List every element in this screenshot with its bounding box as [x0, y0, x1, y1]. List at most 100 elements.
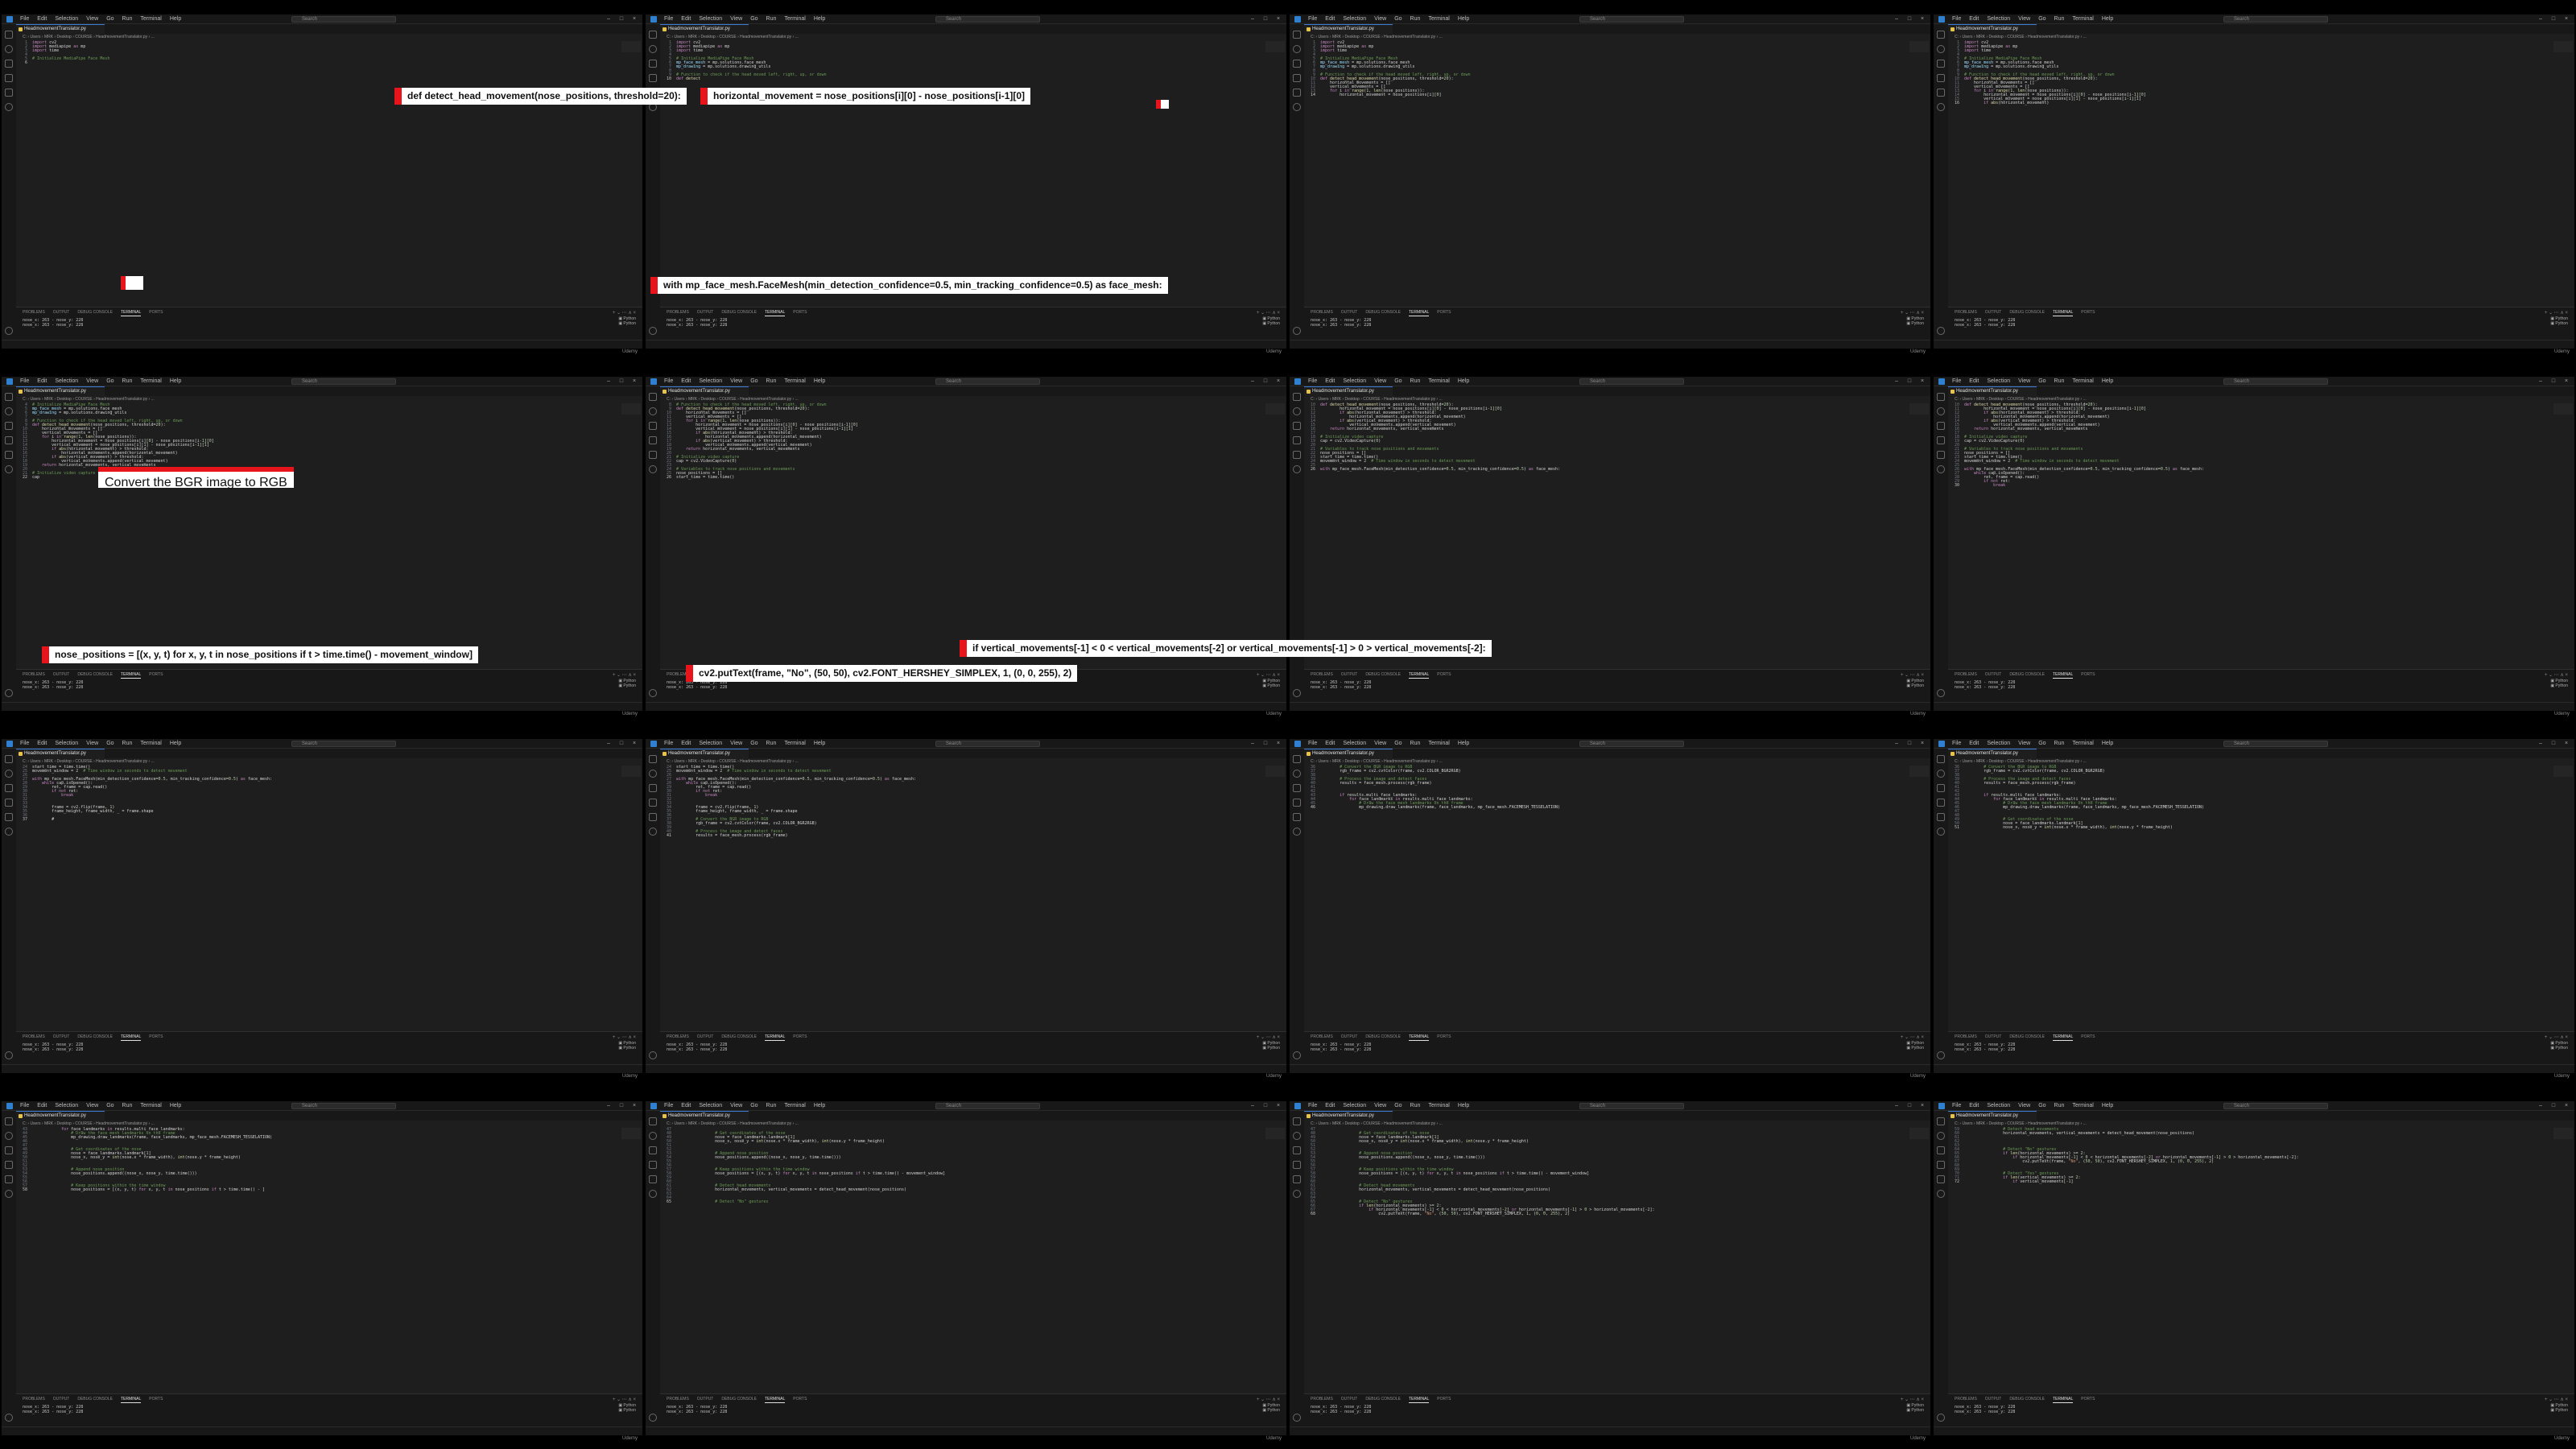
maximize-icon[interactable]: □	[1262, 16, 1269, 23]
panel-tab-ports[interactable]: PORTS	[149, 310, 163, 316]
source-control-icon[interactable]	[1293, 1146, 1301, 1154]
code-editor[interactable]: 4 # Initialize MediaPipe Face Mesh 5 mp_fac…	[16, 403, 628, 669]
menu-view[interactable]: View	[82, 739, 102, 749]
panel-tab-terminal[interactable]: TERMINAL	[120, 672, 142, 679]
explorer-icon[interactable]	[1293, 1117, 1301, 1125]
terminal-list[interactable]: ▣ Python ▣ Python	[618, 1403, 636, 1413]
panel-tab-debug-console[interactable]: DEBUG CONSOLE	[77, 1397, 113, 1403]
menu-edit[interactable]: Edit	[33, 14, 51, 24]
close-icon[interactable]: ×	[1919, 741, 1926, 747]
menu-run[interactable]: Run	[762, 14, 781, 24]
run-debug-icon[interactable]	[1293, 436, 1301, 444]
command-search-input[interactable]: Search	[935, 1103, 1040, 1109]
panel-tab-problems[interactable]: PROBLEMS	[1311, 1034, 1333, 1041]
panel-tab-ports[interactable]: PORTS	[1437, 672, 1451, 679]
terminal-list[interactable]: ▣ Python ▣ Python	[2550, 1403, 2568, 1413]
panel-tab-terminal[interactable]: TERMINAL	[1408, 672, 1430, 679]
account-icon[interactable]	[1293, 689, 1301, 697]
panel-controls[interactable]: + ⌄ ⋯ ∧ ×	[613, 1397, 636, 1402]
explorer-icon[interactable]	[1937, 31, 1945, 39]
panel-tab-problems[interactable]: PROBLEMS	[667, 1397, 689, 1403]
search-icon[interactable]	[649, 407, 657, 415]
maximize-icon[interactable]: □	[618, 378, 625, 385]
tab-headmovement-translator[interactable]: HeadmovementTranslator.py	[1948, 1111, 2037, 1121]
search-icon[interactable]	[649, 1132, 657, 1140]
close-icon[interactable]: ×	[1275, 741, 1282, 747]
minimize-icon[interactable]: –	[1249, 16, 1256, 23]
menu-file[interactable]: File	[16, 739, 33, 749]
menu-selection[interactable]: Selection	[695, 14, 726, 24]
menu-view[interactable]: View	[1370, 377, 1390, 386]
menu-edit[interactable]: Edit	[33, 739, 51, 749]
menu-help[interactable]: Help	[2098, 377, 2117, 386]
menu-help[interactable]: Help	[2098, 739, 2117, 749]
testing-icon[interactable]	[649, 465, 657, 473]
minimize-icon[interactable]: –	[2537, 16, 2544, 23]
panel-tab-debug-console[interactable]: DEBUG CONSOLE	[1365, 1034, 1401, 1041]
panel-tab-terminal[interactable]: TERMINAL	[120, 1397, 142, 1403]
menu-terminal[interactable]: Terminal	[136, 739, 165, 749]
close-icon[interactable]: ×	[631, 741, 638, 747]
extensions-icon[interactable]	[649, 451, 657, 459]
tab-headmovement-translator[interactable]: HeadmovementTranslator.py	[16, 1111, 105, 1121]
run-debug-icon[interactable]	[649, 799, 657, 807]
panel-tab-terminal[interactable]: TERMINAL	[1408, 1397, 1430, 1403]
menu-selection[interactable]: Selection	[1339, 739, 1370, 749]
command-search-input[interactable]: Search	[2223, 741, 2328, 747]
terminal-instance[interactable]: ▣ Python	[2550, 683, 2568, 688]
terminal-instance[interactable]: ▣ Python	[1906, 1408, 1924, 1413]
menu-selection[interactable]: Selection	[695, 377, 726, 386]
tab-headmovement-translator[interactable]: HeadmovementTranslator.py	[1948, 24, 2037, 34]
minimap[interactable]	[1265, 1128, 1285, 1139]
code-editor[interactable]: 47 48 # Get coordinates of the nose 49 no…	[660, 1128, 1272, 1393]
account-icon[interactable]	[649, 689, 657, 697]
maximize-icon[interactable]: □	[1906, 1103, 1913, 1109]
testing-icon[interactable]	[649, 1190, 657, 1198]
menu-file[interactable]: File	[1948, 739, 1965, 749]
maximize-icon[interactable]: □	[1262, 741, 1269, 747]
maximize-icon[interactable]: □	[1262, 1103, 1269, 1109]
panel-tab-problems[interactable]: PROBLEMS	[1955, 310, 1977, 316]
menu-view[interactable]: View	[726, 1101, 746, 1111]
terminal-instance[interactable]: ▣ Python	[1262, 683, 1280, 688]
panel-tab-terminal[interactable]: TERMINAL	[764, 1034, 786, 1041]
menu-selection[interactable]: Selection	[1983, 739, 2014, 749]
minimap[interactable]	[1909, 41, 1929, 52]
panel-tab-ports[interactable]: PORTS	[2081, 672, 2095, 679]
panel-controls[interactable]: + ⌄ ⋯ ∧ ×	[613, 1034, 636, 1040]
minimize-icon[interactable]: –	[2537, 1103, 2544, 1109]
source-control-icon[interactable]	[1293, 422, 1301, 430]
tab-headmovement-translator[interactable]: HeadmovementTranslator.py	[16, 749, 105, 758]
command-search-input[interactable]: Search	[1579, 741, 1684, 747]
menu-terminal[interactable]: Terminal	[780, 739, 809, 749]
tab-headmovement-translator[interactable]: HeadmovementTranslator.py	[660, 24, 749, 34]
menu-terminal[interactable]: Terminal	[2068, 14, 2097, 24]
menu-run[interactable]: Run	[2050, 1101, 2069, 1111]
panel-controls[interactable]: + ⌄ ⋯ ∧ ×	[2545, 1397, 2568, 1402]
menu-edit[interactable]: Edit	[1321, 739, 1339, 749]
account-icon[interactable]	[1937, 689, 1945, 697]
code-editor[interactable]: 10 def detect_head_movement(nose_position…	[1948, 403, 2560, 669]
menu-help[interactable]: Help	[810, 739, 829, 749]
menu-go[interactable]: Go	[2034, 14, 2050, 24]
extensions-icon[interactable]	[1937, 451, 1945, 459]
menu-view[interactable]: View	[2014, 1101, 2034, 1111]
menu-go[interactable]: Go	[2034, 1101, 2050, 1111]
code-editor[interactable]: 59 # Detect head movements 60 horizontal_…	[1948, 1128, 2560, 1393]
source-control-icon[interactable]	[5, 422, 13, 430]
panel-tab-output[interactable]: OUTPUT	[697, 310, 714, 316]
tab-headmovement-translator[interactable]: HeadmovementTranslator.py	[660, 749, 749, 758]
testing-icon[interactable]	[5, 465, 13, 473]
code-editor[interactable]: 43 for face_landmarks in results.multi_f…	[16, 1128, 628, 1393]
account-icon[interactable]	[5, 327, 13, 335]
terminal-list[interactable]: ▣ Python ▣ Python	[1262, 1403, 1280, 1413]
source-control-icon[interactable]	[1293, 60, 1301, 68]
run-debug-icon[interactable]	[1937, 74, 1945, 82]
menu-file[interactable]: File	[1948, 14, 1965, 24]
run-debug-icon[interactable]	[1293, 74, 1301, 82]
account-icon[interactable]	[5, 1414, 13, 1422]
account-icon[interactable]	[1293, 327, 1301, 335]
panel-tab-terminal[interactable]: TERMINAL	[2052, 1034, 2074, 1041]
menu-go[interactable]: Go	[102, 739, 118, 749]
menu-file[interactable]: File	[1304, 377, 1321, 386]
